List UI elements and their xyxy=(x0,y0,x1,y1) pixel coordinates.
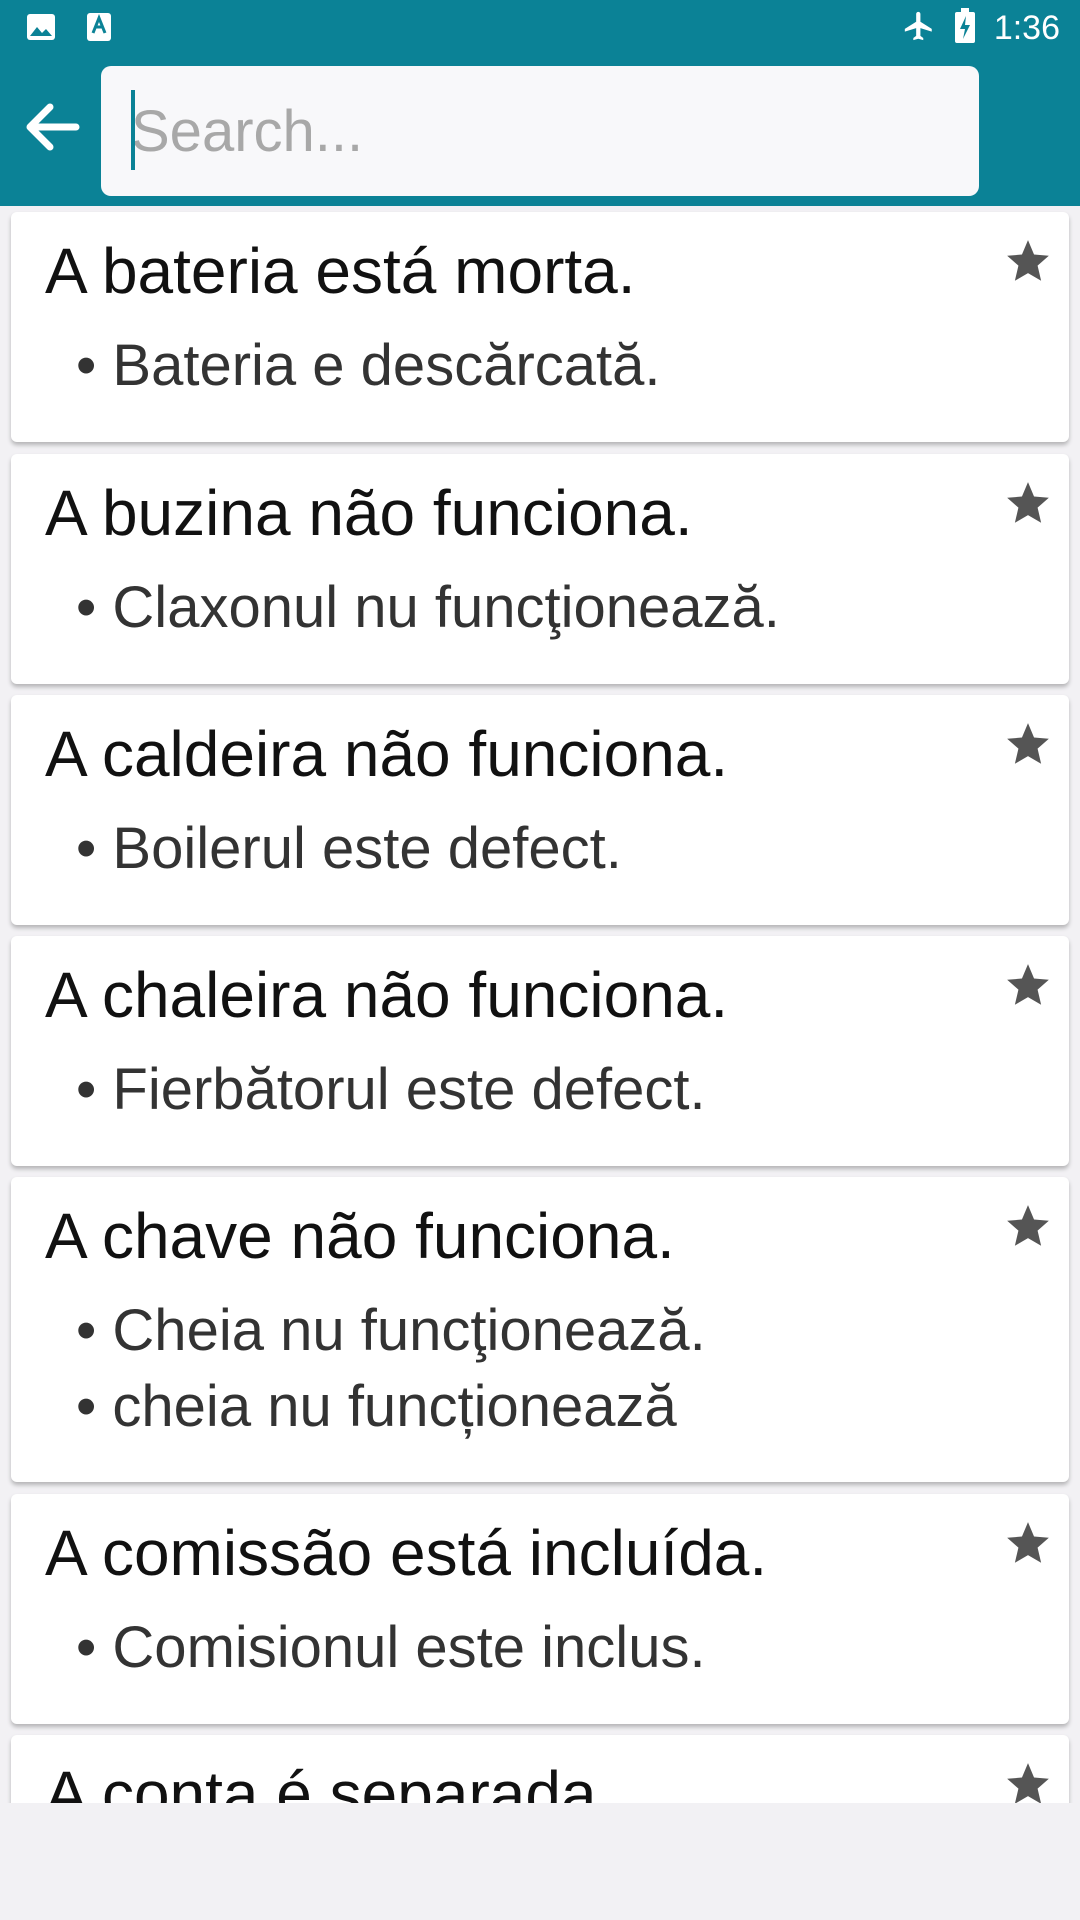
star-icon[interactable] xyxy=(1003,1201,1053,1251)
star-icon[interactable] xyxy=(1003,1518,1053,1568)
phrase-title: A bateria está morta. xyxy=(45,235,636,307)
image-icon xyxy=(26,12,56,47)
translation-item: • Fierbătorul este defect. xyxy=(76,1057,706,1122)
phrase-title: A caldeira não funciona. xyxy=(45,718,729,790)
phrase-title: A conta é separada. xyxy=(45,1758,615,1803)
star-icon[interactable] xyxy=(1003,1759,1053,1803)
phrase-title: A comissão está incluída. xyxy=(45,1517,768,1589)
phrase-card[interactable]: A bateria está morta. • Bateria e descăr… xyxy=(11,212,1069,442)
search-toolbar xyxy=(0,66,1080,206)
star-icon[interactable] xyxy=(1003,719,1053,769)
phrase-card[interactable]: A chave não funciona. • Cheia nu funcţio… xyxy=(11,1177,1069,1482)
star-icon[interactable] xyxy=(1003,478,1053,528)
translation-item: • Claxonul nu funcţionează. xyxy=(76,575,780,640)
translation-item: • Cheia nu funcţionează. xyxy=(76,1298,706,1363)
translation-item: • Comisionul este inclus. xyxy=(76,1615,706,1680)
status-bar: 1:36 xyxy=(0,0,1080,66)
phrase-title: A buzina não funciona. xyxy=(45,477,693,549)
search-input[interactable] xyxy=(131,88,951,174)
back-button[interactable] xyxy=(18,94,84,160)
phrase-card[interactable]: A chaleira não funciona. • Fierbătorul e… xyxy=(11,936,1069,1166)
phrase-card[interactable]: A conta é separada. xyxy=(11,1735,1069,1803)
text-cursor xyxy=(131,90,135,170)
translation-item: • Boilerul este defect. xyxy=(76,816,622,881)
status-time: 1:36 xyxy=(993,9,1060,47)
search-box[interactable] xyxy=(101,66,979,196)
phrase-title: A chaleira não funciona. xyxy=(45,959,729,1031)
translation-item: • cheia nu funcționează xyxy=(76,1374,677,1439)
bottom-blank-area xyxy=(0,1803,1080,1920)
battery-charging-icon xyxy=(954,8,976,49)
phrase-card[interactable]: A caldeira não funciona. • Boilerul este… xyxy=(11,695,1069,925)
phrase-title: A chave não funciona. xyxy=(45,1200,675,1272)
phrase-card[interactable]: A buzina não funciona. • Claxonul nu fun… xyxy=(11,454,1069,684)
translation-item: • Bateria e descărcată. xyxy=(76,333,661,398)
star-icon[interactable] xyxy=(1003,236,1053,286)
phrase-card[interactable]: A comissão está incluída. • Comisionul e… xyxy=(11,1494,1069,1724)
text-a-icon xyxy=(86,12,112,47)
arrow-left-icon xyxy=(26,103,80,151)
star-icon[interactable] xyxy=(1003,960,1053,1010)
phrase-list[interactable]: A bateria está morta. • Bateria e descăr… xyxy=(0,206,1080,1803)
airplane-icon xyxy=(902,9,936,48)
